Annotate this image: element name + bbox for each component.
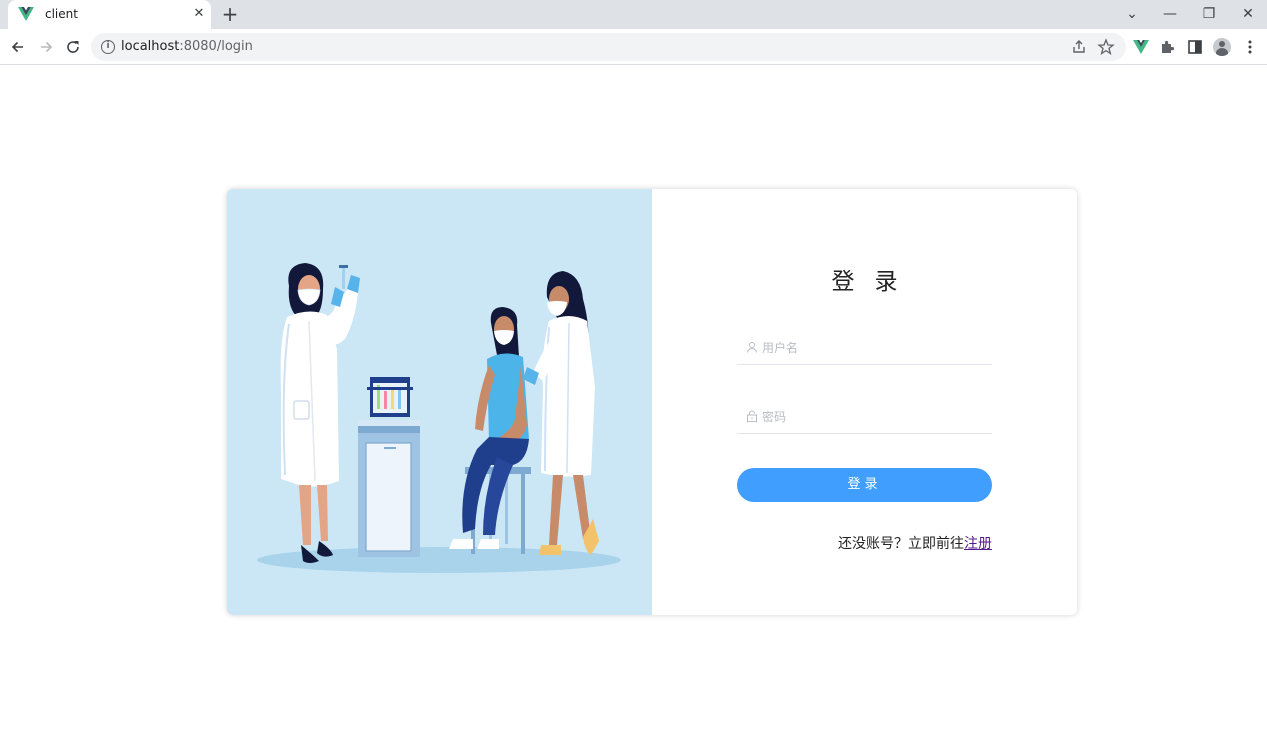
- username-field[interactable]: [737, 331, 992, 365]
- password-field[interactable]: [737, 400, 992, 434]
- browser-toolbar: i localhost:8080/login: [0, 29, 1267, 65]
- info-icon[interactable]: i: [101, 40, 115, 54]
- lab-cabinet: [358, 377, 420, 557]
- browser-tab[interactable]: client ✕: [8, 0, 211, 29]
- arrow-right-icon[interactable]: [36, 37, 56, 57]
- register-prompt: 还没账号？立即前往注册: [838, 533, 992, 553]
- illustration-panel: [227, 189, 652, 615]
- restore-icon[interactable]: ❐: [1199, 4, 1219, 24]
- patient-figure: [449, 307, 529, 549]
- reload-icon[interactable]: [63, 37, 83, 57]
- vue-logo-icon: [18, 7, 34, 21]
- tab-title: client: [45, 7, 78, 21]
- tab-strip: client ✕ + ⌄ — ❐ ✕: [0, 0, 1267, 29]
- vue-devtools-icon[interactable]: [1131, 37, 1151, 57]
- arrow-left-icon[interactable]: [8, 37, 28, 57]
- kebab-menu-icon[interactable]: [1240, 37, 1260, 57]
- login-card: 登录 登录 还没账号？立即前往注册: [227, 189, 1077, 615]
- login-form: 登录 登录 还没账号？立即前往注册: [652, 189, 1077, 615]
- side-panel-icon[interactable]: [1185, 37, 1205, 57]
- login-button[interactable]: 登录: [737, 468, 992, 502]
- close-window-icon[interactable]: ✕: [1238, 4, 1258, 24]
- share-icon[interactable]: [1070, 38, 1088, 56]
- tab-search-icon[interactable]: ⌄: [1122, 4, 1142, 24]
- doctor-right-figure: [523, 271, 599, 555]
- profile-icon[interactable]: [1213, 38, 1231, 56]
- password-input[interactable]: [762, 406, 982, 428]
- star-icon[interactable]: [1097, 38, 1115, 56]
- new-tab-button[interactable]: +: [220, 4, 240, 24]
- url-path: :8080/login: [179, 39, 253, 54]
- tab-close-icon[interactable]: ✕: [191, 6, 207, 22]
- lock-icon: [747, 410, 757, 422]
- minimize-icon[interactable]: —: [1160, 4, 1180, 24]
- url-text[interactable]: localhost:8080/login: [121, 39, 253, 54]
- login-title: 登录: [831, 269, 918, 295]
- user-icon: [747, 342, 757, 353]
- doctor-left-figure: [280, 263, 360, 563]
- url-host: localhost: [121, 39, 180, 54]
- vaccination-illustration: [257, 263, 621, 573]
- username-input[interactable]: [762, 337, 982, 359]
- register-prompt-text: 还没账号？立即前往: [838, 536, 964, 552]
- register-link[interactable]: 注册: [964, 536, 992, 552]
- address-bar[interactable]: i localhost:8080/login: [91, 33, 1126, 61]
- puzzle-icon[interactable]: [1158, 37, 1178, 57]
